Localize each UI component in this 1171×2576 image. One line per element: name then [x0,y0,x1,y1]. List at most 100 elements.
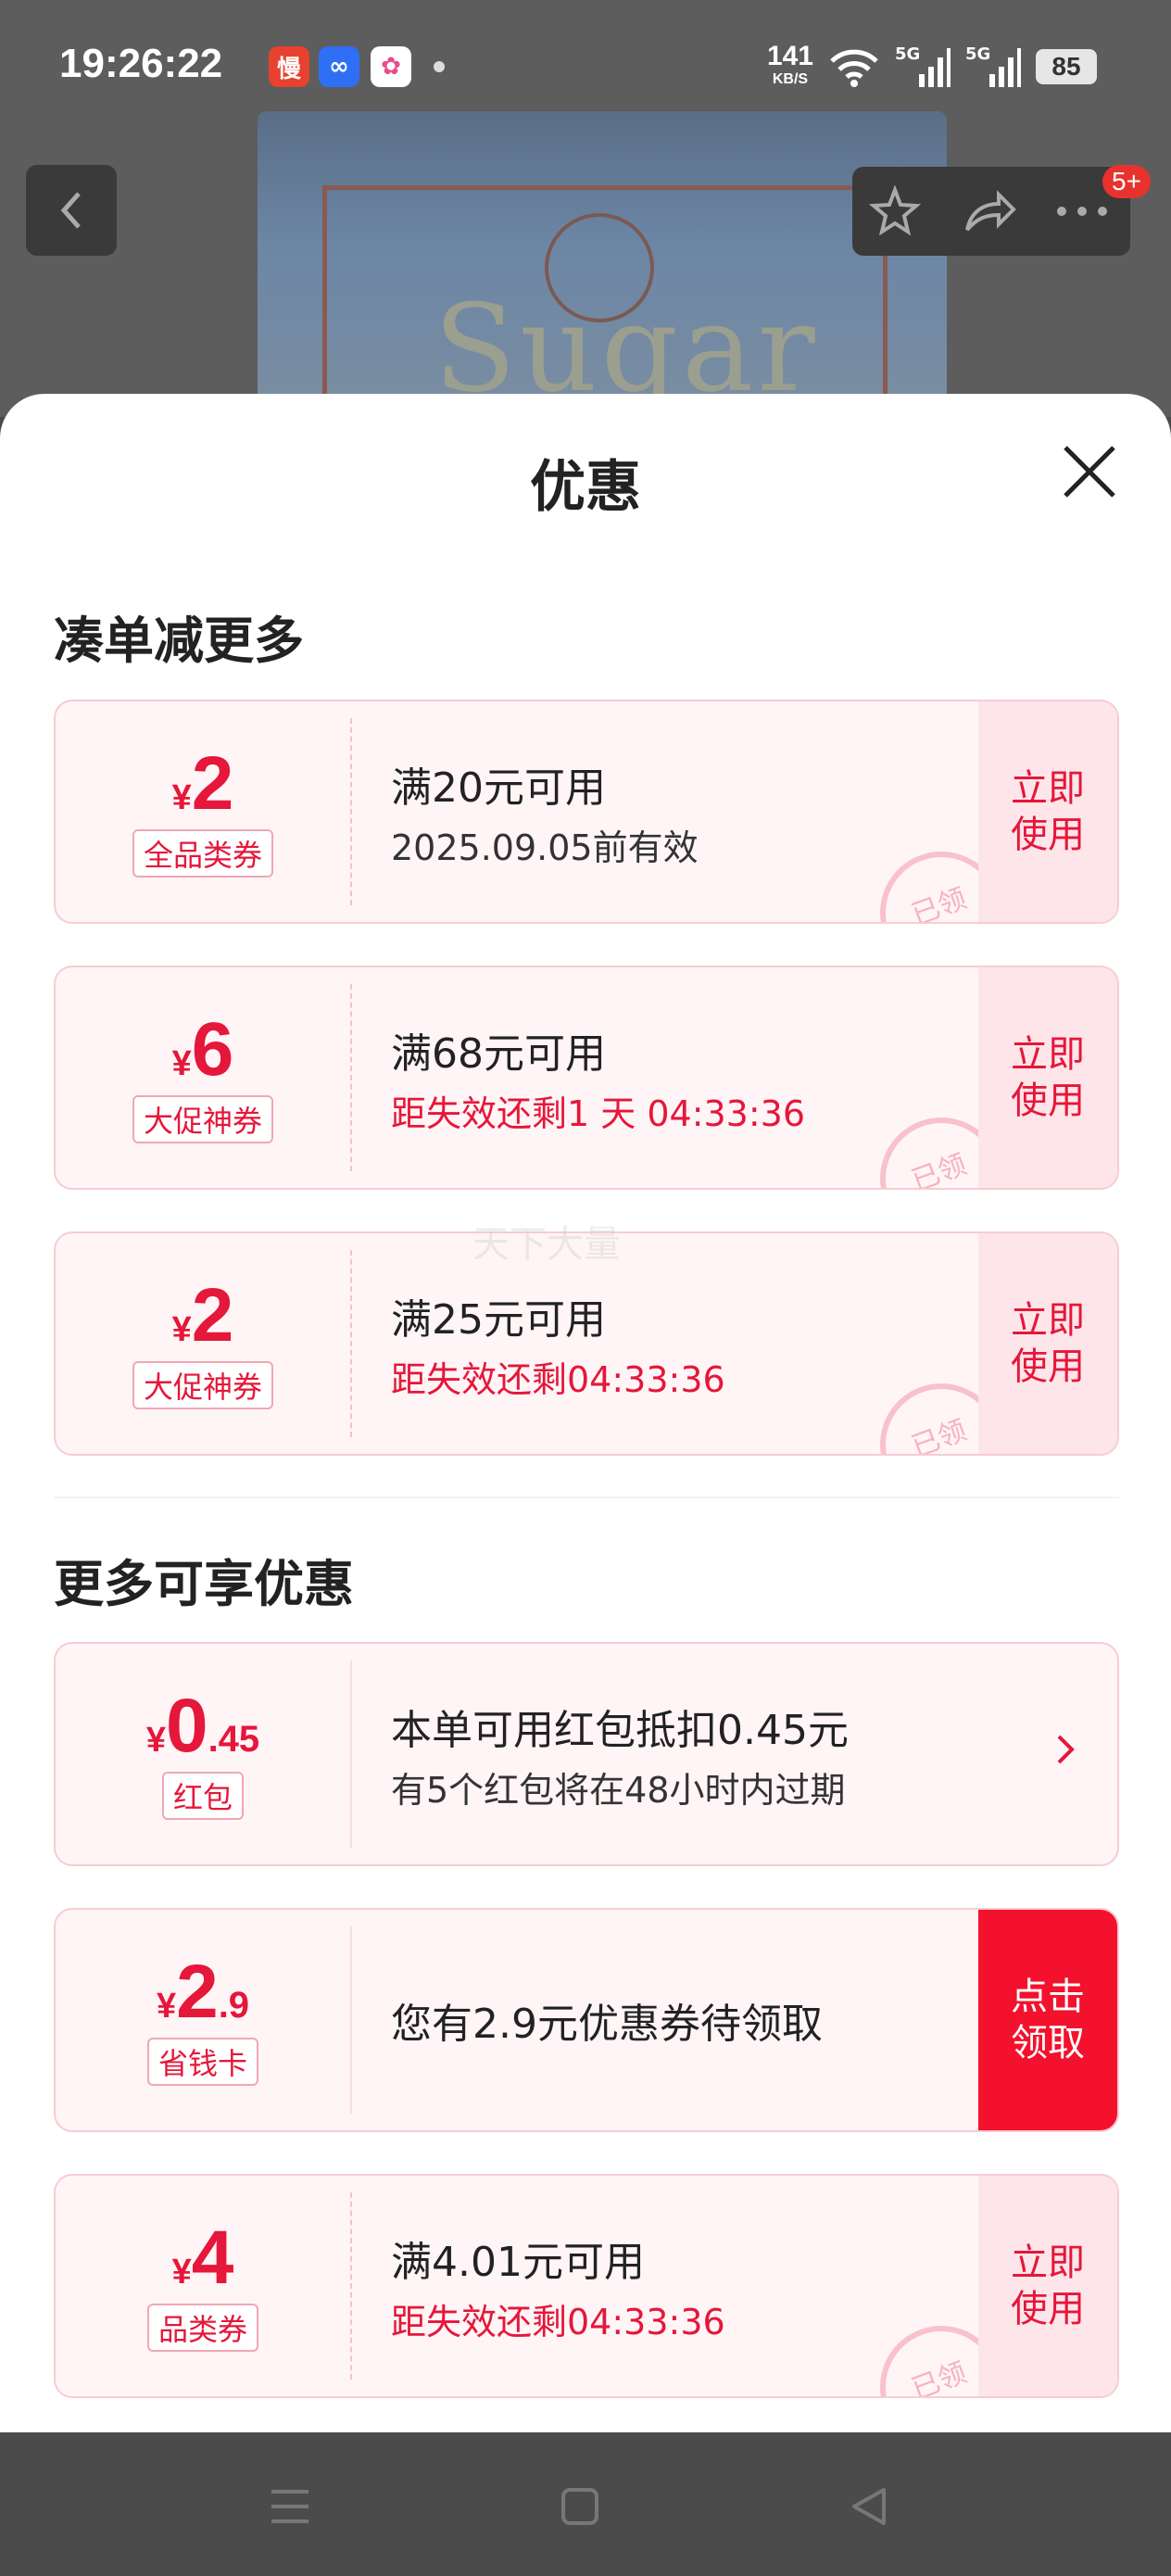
wifi-icon [830,49,878,87]
coupon-condition: 满25元可用 [391,1295,606,1344]
coupon-card: ¥4 品类券 满4.01元可用 距失效还剩04:33:36 已领 立即 使用 [54,2174,1119,2398]
discount-sheet: 优惠 凑单减更多 ¥2 全品类券 满20元可用 2025.09.05前有效 已领… [0,394,1171,2432]
red-packet-card[interactable]: ¥0.45 红包 本单可用红包抵扣0.45元 有5个红包将在48小时内过期 [54,1642,1119,1866]
status-bar: 19:26:22 慢 ∞ ✿ 141 KB/S 5G 5G 85 [0,0,1171,130]
coupon-divider [350,718,352,905]
coupon-value: ¥0.45 红包 [56,1644,350,1864]
signal-2-icon: 5G [965,44,1021,89]
baidu-netdisk-app-icon: ∞ [319,46,359,87]
cart-badge: 5+ [1102,165,1151,198]
close-button[interactable] [1056,438,1123,505]
coupon-value: ¥4 品类券 [56,2176,350,2396]
more-dots-icon [1057,207,1107,216]
coupon-divider [350,1661,352,1848]
coupon-countdown: 距失效还剩1 天 04:33:36 [391,1092,806,1134]
coupon-type-tag: 品类券 [146,2304,258,2352]
coupon-amount: ¥0.45 [146,1688,259,1764]
coupon-details: 满20元可用 2025.09.05前有效 [391,701,699,922]
manmanmai-app-icon: 慢 [269,46,309,87]
coupon-details: 您有2.9元优惠券待领取 [391,1910,823,2130]
photos-app-icon: ✿ [371,46,411,87]
sheet-title: 优惠 [530,455,641,520]
currency-symbol: ¥ [156,1987,177,2026]
coupon-amount: ¥2 [172,746,234,822]
share-button[interactable] [962,183,1017,239]
use-now-button[interactable]: 立即 使用 [978,967,1117,1188]
chevron-left-icon [60,192,81,229]
currency-symbol: ¥ [171,2253,192,2292]
chevron-right-icon [1054,1731,1077,1778]
use-now-button[interactable]: 立即 使用 [978,1233,1117,1454]
coupon-divider [350,2192,352,2380]
menu-button[interactable] [262,2479,318,2534]
home-square-icon [561,2488,598,2525]
coupon-type-tag: 全品类券 [132,829,273,878]
section-divider [54,1496,1119,1498]
coupon-countdown: 距失效还剩04:33:36 [391,1358,725,1400]
close-icon [1064,446,1115,498]
watermark: 天下大量 [472,1223,621,1266]
use-now-button[interactable]: 立即 使用 [978,2176,1117,2396]
coupon-type-tag: 大促神券 [132,1095,273,1143]
coupon-condition: 满20元可用 [391,764,606,812]
status-time: 19:26:22 [59,41,223,86]
amount-integer: 2 [176,1950,219,2034]
coupon-card: ¥6 大促神券 满68元可用 距失效还剩1 天 04:33:36 已领 立即 使用 [54,966,1119,1190]
coupon-value: ¥2.9 省钱卡 [56,1910,350,2130]
amount-integer: 0 [165,1684,208,1768]
amount-decimal: .45 [208,1719,260,1760]
status-right-group: 141 KB/S 5G 5G 85 [767,43,1097,91]
amount-decimal: .9 [218,1985,250,2026]
claim-button[interactable]: 点击 领取 [978,1910,1117,2130]
coupon-amount: ¥2.9 [157,1954,249,2030]
coupon-divider [350,984,352,1171]
coupon-condition: 满4.01元可用 [391,2238,645,2286]
home-button[interactable] [552,2479,608,2534]
coupon-type-tag: 大促神券 [132,1361,273,1409]
share-icon [965,190,1016,232]
coupon-amount: ¥6 [172,1012,234,1088]
notification-dot-icon [434,61,445,72]
coupon-condition: 满68元可用 [391,1029,606,1078]
coupon-amount: ¥2 [172,1278,234,1354]
back-triangle-icon [852,2488,886,2525]
coupon-amount: ¥4 [172,2220,234,2296]
signal-1-icon: 5G [895,44,951,89]
network-speed: 141 KB/S [766,41,813,90]
coupon-value: ¥6 大促神券 [56,967,350,1188]
coupon-details: 满68元可用 距失效还剩1 天 04:33:36 [391,967,805,1188]
currency-symbol: ¥ [145,1721,166,1760]
star-icon [869,185,921,236]
currency-symbol: ¥ [171,778,192,817]
amount-integer: 2 [191,741,234,826]
currency-symbol: ¥ [171,1044,192,1083]
back-button[interactable] [26,165,117,256]
amount-integer: 4 [191,2216,234,2300]
system-nav-bar [0,2432,1171,2576]
coupon-divider [350,1250,352,1437]
coupon-details: 满4.01元可用 距失效还剩04:33:36 [391,2176,725,2396]
section-title-more-discount: 凑单减更多 [54,612,304,670]
coupon-divider [350,1926,352,2114]
more-button[interactable] [1054,183,1110,239]
savings-card-message: 您有2.9元优惠券待领取 [391,2001,823,2048]
coupon-validity: 2025.09.05前有效 [391,827,699,868]
favorite-button[interactable] [867,183,923,239]
coupon-card: ¥2 全品类券 满20元可用 2025.09.05前有效 已领 立即 使用 [54,700,1119,924]
savings-card-coupon: ¥2.9 省钱卡 您有2.9元优惠券待领取 点击 领取 [54,1908,1119,2132]
battery-indicator: 85 [1036,49,1097,84]
coupon-value: ¥2 大促神券 [56,1233,350,1454]
coupon-type-tag: 省钱卡 [146,2038,258,2086]
red-packet-expiry: 有5个红包将在48小时内过期 [391,1769,846,1811]
menu-icon [271,2490,308,2523]
back-nav-button[interactable] [841,2479,897,2534]
section-title-more-offers: 更多可享优惠 [54,1555,354,1613]
coupon-type-tag: 红包 [161,1772,244,1820]
use-now-button[interactable]: 立即 使用 [978,701,1117,922]
header-actions [852,167,1130,256]
coupon-value: ¥2 全品类券 [56,701,350,922]
amount-integer: 2 [191,1273,234,1357]
currency-symbol: ¥ [171,1310,192,1349]
network-speed-value: 141 [766,41,813,71]
amount-integer: 6 [191,1007,234,1092]
